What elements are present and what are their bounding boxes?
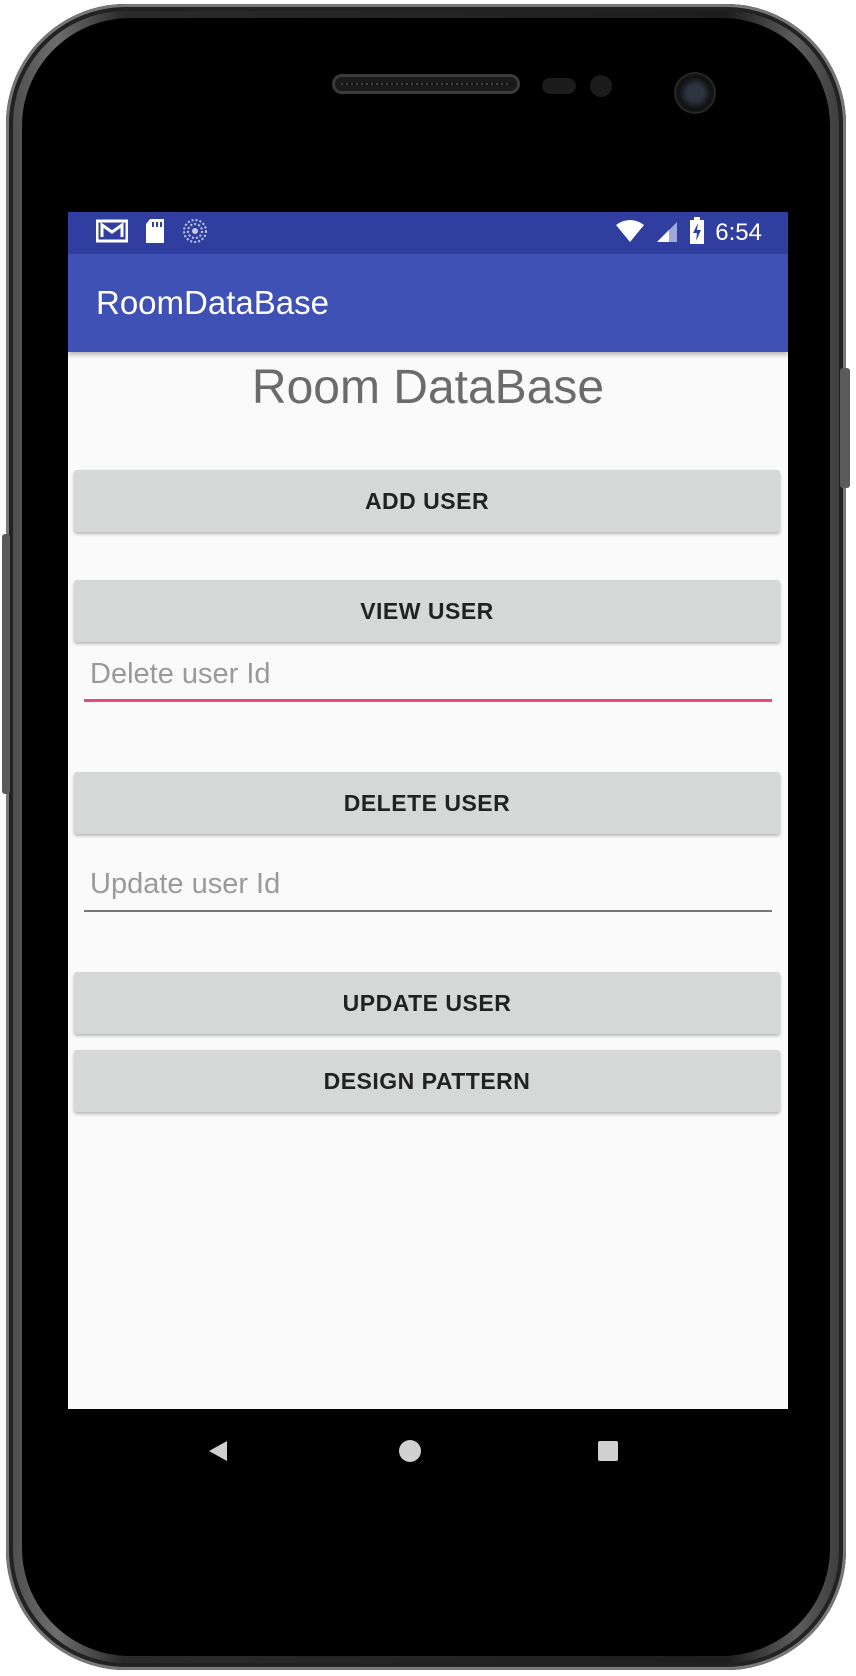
system-icons: 6:54 — [615, 217, 762, 249]
sd-card-icon — [144, 218, 166, 248]
main-content: Room DataBase ADD USER VIEW USER Delete u… — [68, 352, 788, 1409]
view-user-button[interactable]: VIEW USER — [74, 580, 780, 642]
delete-user-id-field[interactable]: Delete user Id — [84, 650, 772, 702]
volume-button — [2, 534, 10, 794]
delete-user-id-field-underline — [84, 699, 772, 702]
signal-icon — [655, 219, 679, 247]
status-bar: 6:54 — [68, 212, 788, 254]
update-user-button[interactable]: UPDATE USER — [74, 972, 780, 1034]
proximity-sensor — [542, 78, 576, 94]
earpiece-speaker — [332, 74, 520, 94]
status-clock: 6:54 — [715, 219, 762, 246]
gmail-icon — [95, 219, 129, 247]
navigation-bar — [68, 1409, 788, 1492]
delete-user-button[interactable]: DELETE USER — [74, 772, 780, 834]
page-heading: Room DataBase — [251, 361, 605, 414]
app-toolbar: RoomDataBase — [68, 254, 788, 352]
update-user-id-field[interactable]: Update user Id — [84, 860, 772, 912]
add-user-button[interactable]: ADD USER — [74, 470, 780, 532]
power-button — [840, 368, 850, 488]
device-screen: 6:54 RoomDataBase Room DataBase ADD USER… — [68, 212, 788, 1492]
home-icon[interactable] — [392, 1433, 428, 1469]
update-user-id-field-placeholder: Update user Id — [90, 868, 281, 900]
sync-icon — [182, 218, 208, 248]
design-pattern-button[interactable]: DESIGN PATTERN — [74, 1050, 780, 1112]
front-camera — [676, 74, 714, 112]
back-icon[interactable] — [200, 1433, 236, 1469]
wifi-icon — [615, 219, 645, 247]
recents-icon[interactable] — [590, 1433, 626, 1469]
battery-charging-icon — [689, 217, 705, 249]
light-sensor — [590, 75, 612, 97]
update-user-id-field-underline — [84, 910, 772, 912]
notification-icons — [95, 218, 208, 248]
delete-user-id-field-placeholder: Delete user Id — [90, 658, 271, 690]
app-title: RoomDataBase — [96, 284, 329, 321]
